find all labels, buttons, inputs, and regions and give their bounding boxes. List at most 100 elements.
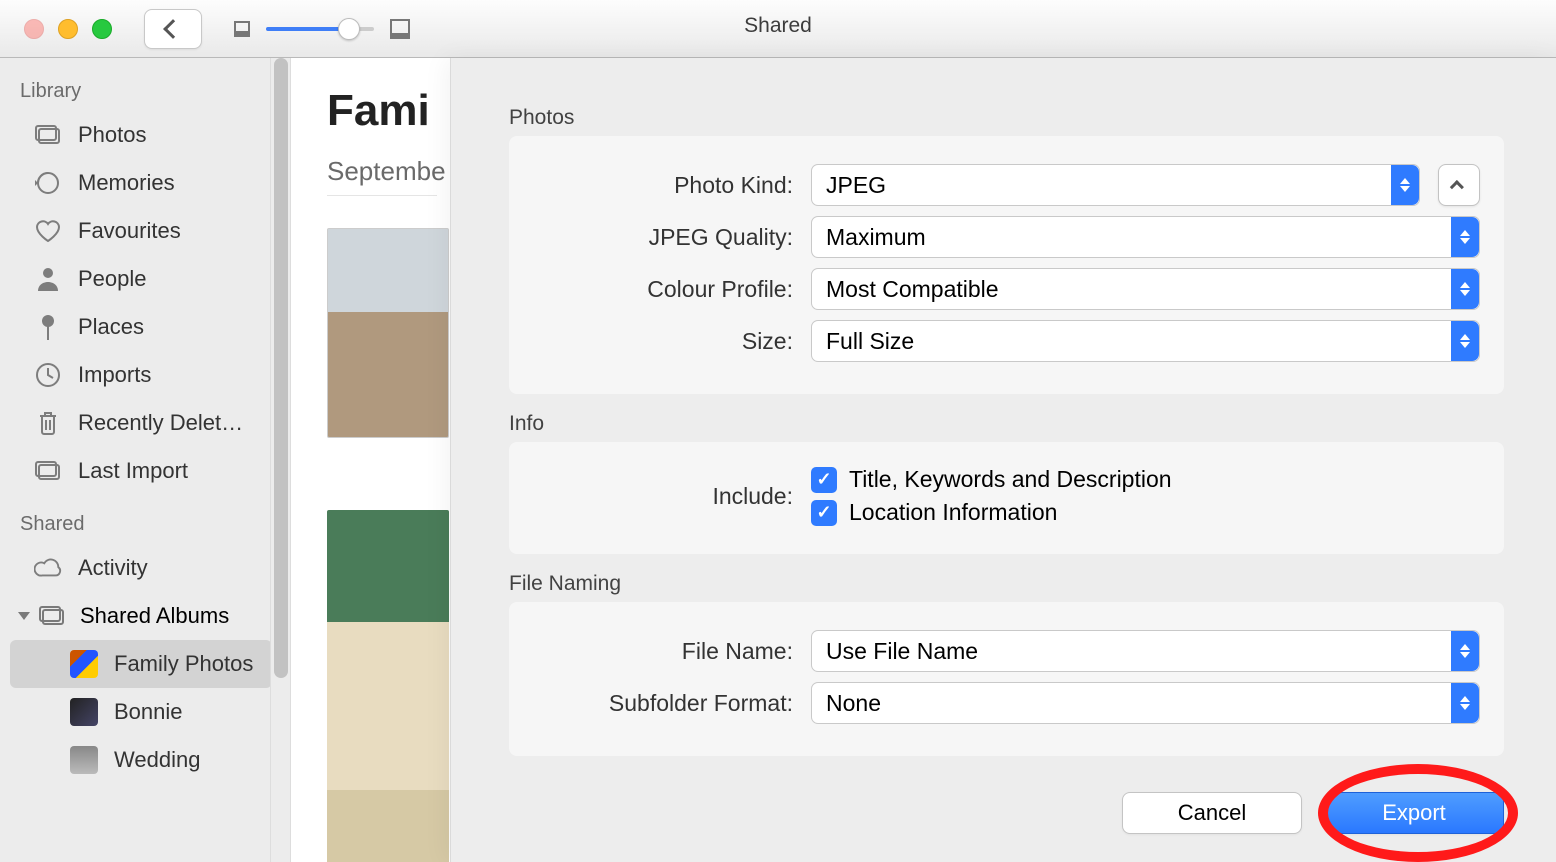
- date-section-header: Septembe: [327, 156, 437, 196]
- export-dialog: Photos Photo Kind: JPEG JPEG Quality: Ma…: [450, 58, 1556, 862]
- colour-profile-label: Colour Profile:: [533, 276, 793, 303]
- file-name-label: File Name:: [533, 638, 793, 665]
- include-location-checkbox[interactable]: ✓: [811, 500, 837, 526]
- sidebar-item-shared-albums[interactable]: Shared Albums: [10, 592, 290, 640]
- include-label: Include:: [533, 483, 793, 510]
- section-title-info: Info: [509, 412, 1504, 436]
- updown-arrows-icon: [1451, 321, 1479, 361]
- jpeg-quality-label: JPEG Quality:: [533, 224, 793, 251]
- sidebar-item-label: Recently Delet…: [78, 410, 243, 436]
- sidebar-item-wedding[interactable]: Wedding: [10, 736, 272, 784]
- updown-arrows-icon: [1391, 165, 1419, 205]
- updown-arrows-icon: [1451, 217, 1479, 257]
- thumbnail-small-icon[interactable]: [234, 21, 250, 37]
- album-thumbnail-icon: [70, 698, 98, 726]
- section-title-file-naming: File Naming: [509, 572, 1504, 596]
- select-value: Most Compatible: [826, 276, 999, 303]
- sidebar-item-last-import[interactable]: Last Import: [10, 447, 272, 495]
- sidebar-item-label: Last Import: [78, 458, 188, 484]
- stack-icon: [38, 602, 66, 630]
- fullscreen-window-button[interactable]: [92, 19, 112, 39]
- photos-options: Photo Kind: JPEG JPEG Quality: Maximum C…: [509, 136, 1504, 394]
- sidebar-item-label: Places: [78, 314, 144, 340]
- sidebar-scrollbar[interactable]: [270, 58, 290, 862]
- sidebar-item-memories[interactable]: Memories: [10, 159, 272, 207]
- chevron-left-icon: [163, 19, 183, 39]
- zoom-slider[interactable]: [266, 27, 374, 31]
- close-window-button[interactable]: [24, 19, 44, 39]
- photo-kind-label: Photo Kind:: [533, 172, 793, 199]
- file-name-select[interactable]: Use File Name: [811, 630, 1480, 672]
- file-naming-options: File Name: Use File Name Subfolder Forma…: [509, 602, 1504, 756]
- sidebar-item-label: Imports: [78, 362, 151, 388]
- select-value: None: [826, 690, 881, 717]
- updown-arrows-icon: [1451, 269, 1479, 309]
- pin-icon: [34, 313, 62, 341]
- sidebar-item-bonnie[interactable]: Bonnie: [10, 688, 272, 736]
- trash-icon: [34, 409, 62, 437]
- select-value: Maximum: [826, 224, 926, 251]
- scrollbar-thumb[interactable]: [274, 58, 288, 678]
- photo-kind-select[interactable]: JPEG: [811, 164, 1420, 206]
- sidebar-item-label: Photos: [78, 122, 147, 148]
- sidebar-item-label: People: [78, 266, 147, 292]
- select-value: Full Size: [826, 328, 914, 355]
- sidebar-item-label: Family Photos: [114, 651, 253, 677]
- chevron-up-icon: [1450, 180, 1464, 194]
- sidebar-item-imports[interactable]: Imports: [10, 351, 272, 399]
- thumbnail-zoom: [226, 19, 418, 39]
- sidebar-section-library: Library: [20, 80, 290, 103]
- thumbnail-large-icon[interactable]: [390, 19, 410, 39]
- photos-icon: [34, 121, 62, 149]
- sidebar-item-photos[interactable]: Photos: [10, 111, 272, 159]
- disclosure-triangle-icon: [16, 608, 32, 624]
- sidebar-item-recently-deleted[interactable]: Recently Delet…: [10, 399, 272, 447]
- updown-arrows-icon: [1451, 683, 1479, 723]
- minimize-window-button[interactable]: [58, 19, 78, 39]
- sidebar-item-label: Wedding: [114, 747, 200, 773]
- cloud-icon: [34, 554, 62, 582]
- size-select[interactable]: Full Size: [811, 320, 1480, 362]
- photo-thumbnail[interactable]: [327, 510, 449, 862]
- subfolder-label: Subfolder Format:: [533, 690, 793, 717]
- last-import-icon: [34, 457, 62, 485]
- cancel-button[interactable]: Cancel: [1122, 792, 1302, 834]
- sidebar-item-label: Shared Albums: [80, 603, 229, 629]
- checkbox-label: Location Information: [849, 499, 1057, 526]
- info-options: Include: ✓ Title, Keywords and Descripti…: [509, 442, 1504, 554]
- dialog-buttons: Cancel Export: [509, 792, 1504, 834]
- button-label: Export: [1382, 800, 1446, 826]
- album-thumbnail-icon: [70, 746, 98, 774]
- heart-icon: [34, 217, 62, 245]
- person-icon: [34, 265, 62, 293]
- sidebar-item-activity[interactable]: Activity: [10, 544, 272, 592]
- select-value: JPEG: [826, 172, 886, 199]
- checkbox-label: Title, Keywords and Description: [849, 466, 1172, 493]
- size-label: Size:: [533, 328, 793, 355]
- sidebar-section-shared: Shared: [20, 513, 290, 536]
- clock-icon: [34, 361, 62, 389]
- photo-thumbnail[interactable]: [327, 228, 449, 438]
- album-thumbnail-icon: [70, 650, 98, 678]
- back-button[interactable]: [144, 9, 202, 49]
- jpeg-quality-select[interactable]: Maximum: [811, 216, 1480, 258]
- include-title-checkbox[interactable]: ✓: [811, 467, 837, 493]
- export-button[interactable]: Export: [1324, 792, 1504, 834]
- sidebar-item-label: Memories: [78, 170, 175, 196]
- section-title-photos: Photos: [509, 106, 1504, 130]
- collapse-button[interactable]: [1438, 164, 1480, 206]
- traffic-lights: [24, 19, 112, 39]
- updown-arrows-icon: [1451, 631, 1479, 671]
- button-label: Cancel: [1178, 800, 1246, 826]
- sidebar-item-favourites[interactable]: Favourites: [10, 207, 272, 255]
- sidebar-item-label: Bonnie: [114, 699, 183, 725]
- sidebar-item-family-photos[interactable]: Family Photos: [10, 640, 272, 688]
- sidebar-item-places[interactable]: Places: [10, 303, 272, 351]
- colour-profile-select[interactable]: Most Compatible: [811, 268, 1480, 310]
- select-value: Use File Name: [826, 638, 978, 665]
- memories-icon: [34, 169, 62, 197]
- sidebar-item-people[interactable]: People: [10, 255, 272, 303]
- sidebar-item-label: Favourites: [78, 218, 181, 244]
- subfolder-select[interactable]: None: [811, 682, 1480, 724]
- sidebar-item-label: Activity: [78, 555, 148, 581]
